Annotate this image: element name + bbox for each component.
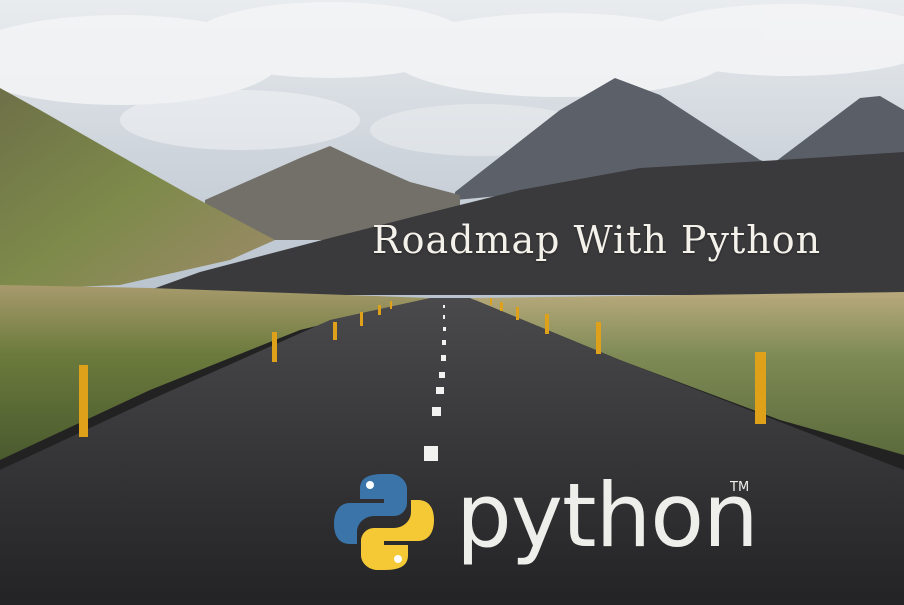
headline-title: Roadmap With Python <box>372 218 822 262</box>
python-snake-logo-icon <box>334 474 434 570</box>
python-wordmark: python <box>456 464 759 567</box>
trademark-symbol: TM <box>730 480 750 495</box>
poster-scene: Roadmap With Python python TM <box>0 0 904 605</box>
python-logo: python TM <box>334 464 759 580</box>
